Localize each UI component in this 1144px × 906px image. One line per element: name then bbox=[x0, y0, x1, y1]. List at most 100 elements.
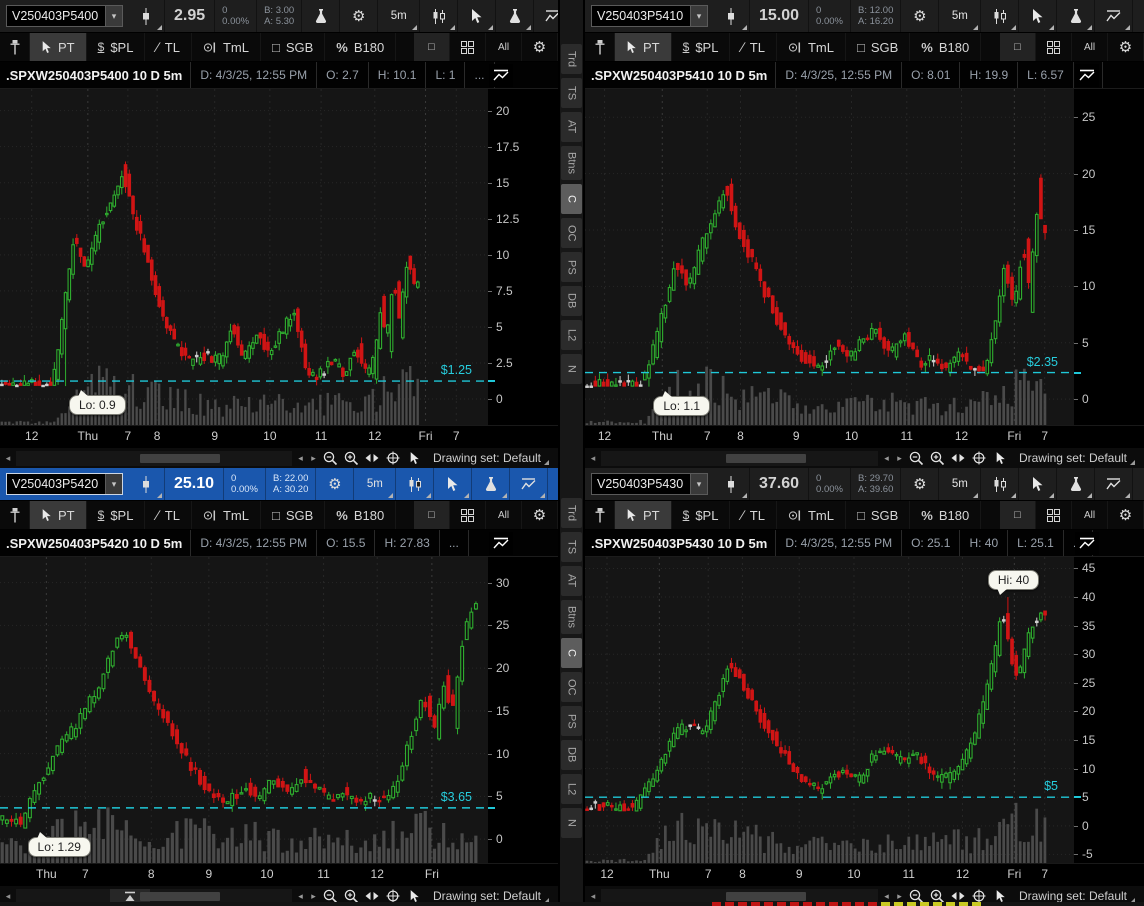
tool-tl-button[interactable]: ∕ TL bbox=[730, 501, 777, 529]
tool-spl-button[interactable]: $ $PL bbox=[87, 501, 146, 529]
chart-corner-button[interactable] bbox=[489, 64, 513, 87]
tool-sgb-button[interactable]: □ SGB bbox=[846, 501, 910, 529]
tool-pt-button[interactable]: PT bbox=[30, 501, 87, 529]
tool-b180-button[interactable]: % B180 bbox=[325, 33, 396, 61]
drawing-set-selector[interactable]: Drawing set: Default bbox=[433, 889, 549, 903]
side-tab-btns[interactable]: Btns bbox=[561, 600, 582, 634]
scroll-left-arrow[interactable]: ◂ bbox=[0, 891, 16, 902]
side-tab-l2[interactable]: L2 bbox=[561, 774, 582, 804]
x-axis[interactable]: 12Thu789101112Fri7 bbox=[585, 863, 1144, 885]
studies-flask-button[interactable] bbox=[496, 0, 534, 32]
candle-type-button[interactable] bbox=[396, 468, 434, 500]
scrollbar-thumb[interactable] bbox=[140, 454, 220, 463]
crosshair-button[interactable] bbox=[969, 451, 990, 465]
candle-type-button[interactable] bbox=[981, 468, 1019, 500]
candle-type-button[interactable] bbox=[981, 0, 1019, 32]
scroll-left-arrow[interactable]: ◂ bbox=[585, 453, 601, 464]
single-cell-button[interactable]: □ bbox=[1000, 501, 1036, 529]
pointer-mode-button[interactable] bbox=[404, 890, 425, 903]
grid-layout-button[interactable] bbox=[1036, 501, 1072, 529]
settings-gear-button[interactable]: ⚙ bbox=[901, 0, 939, 32]
pin-button[interactable] bbox=[0, 33, 30, 61]
tool-tml-button[interactable]: TmL bbox=[777, 501, 846, 529]
grid-layout-button[interactable] bbox=[450, 501, 486, 529]
pattern-chart-button[interactable] bbox=[534, 0, 558, 32]
tool-b180-button[interactable]: % B180 bbox=[325, 501, 396, 529]
settings-gear-button[interactable]: ⚙ bbox=[340, 0, 378, 32]
single-cell-button[interactable]: □ bbox=[414, 501, 450, 529]
interval-button[interactable]: 5m bbox=[378, 0, 420, 32]
h-expand-button[interactable] bbox=[362, 891, 383, 901]
chart-corner-button[interactable] bbox=[489, 532, 513, 555]
symbol-dropdown-button[interactable]: ▾ bbox=[690, 6, 707, 26]
tool-sgb-button[interactable]: □ SGB bbox=[846, 33, 910, 61]
all-button[interactable]: All bbox=[486, 33, 522, 61]
tool-tl-button[interactable]: ∕ TL bbox=[145, 33, 192, 61]
studies-flask-button[interactable] bbox=[1057, 0, 1095, 32]
zoom-in-button[interactable] bbox=[927, 451, 948, 466]
chart-corner-button[interactable] bbox=[1075, 64, 1099, 87]
tool-sgb-button[interactable]: □ SGB bbox=[261, 501, 325, 529]
chart-plot[interactable]: $2.35 Lo: 1.1 bbox=[585, 89, 1074, 425]
chart-style-button[interactable] bbox=[712, 0, 750, 32]
side-tab-ts[interactable]: TS bbox=[561, 532, 582, 562]
studies-flask-button[interactable] bbox=[472, 468, 510, 500]
x-axis[interactable]: 12Thu789101112Fri7 bbox=[0, 425, 558, 447]
pattern-chart-button[interactable] bbox=[510, 468, 548, 500]
drawing-set-selector[interactable]: Drawing set: Default bbox=[1019, 451, 1135, 465]
pattern-chart-button[interactable] bbox=[1095, 468, 1133, 500]
crosshair-button[interactable] bbox=[383, 889, 404, 903]
menu-button[interactable]: ≡ bbox=[548, 468, 558, 500]
pin-button[interactable] bbox=[0, 501, 30, 529]
pan-right-button[interactable]: ▸ bbox=[893, 453, 906, 464]
side-tab-oc[interactable]: OC bbox=[561, 672, 582, 702]
pan-right-button[interactable]: ▸ bbox=[893, 891, 906, 902]
scroll-left-arrow[interactable]: ◂ bbox=[585, 891, 601, 902]
tool-spl-button[interactable]: $ $PL bbox=[672, 33, 731, 61]
candle-type-button[interactable] bbox=[420, 0, 458, 32]
side-tab-trd[interactable]: Trd bbox=[561, 498, 582, 528]
chart-corner-button[interactable] bbox=[1075, 532, 1099, 555]
interval-button[interactable]: 5m bbox=[939, 468, 981, 500]
scrollbar-thumb[interactable] bbox=[140, 892, 220, 901]
scrollbar-thumb[interactable] bbox=[726, 454, 806, 463]
side-tab-db[interactable]: DB bbox=[561, 740, 582, 770]
side-tab-c[interactable]: C bbox=[561, 638, 582, 668]
tool-pt-button[interactable]: PT bbox=[30, 33, 87, 61]
settings-gear-button[interactable]: ⚙ bbox=[316, 468, 354, 500]
side-tab-n[interactable]: N bbox=[561, 808, 582, 838]
pan-left-button[interactable]: ◂ bbox=[880, 453, 893, 464]
crosshair-button[interactable] bbox=[969, 889, 990, 903]
symbol-input[interactable]: V250403P5410 ▾ bbox=[591, 5, 708, 27]
cursor-tool-button[interactable] bbox=[1019, 468, 1057, 500]
interval-button[interactable]: 5m bbox=[939, 0, 981, 32]
symbol-dropdown-button[interactable]: ▾ bbox=[105, 6, 122, 26]
pan-right-button[interactable]: ▸ bbox=[307, 891, 320, 902]
tools-gear-button[interactable]: ⚙ bbox=[1108, 501, 1144, 529]
chart-plot[interactable]: $3.65 Lo: 1.29 bbox=[0, 557, 488, 863]
studies-flask-button[interactable] bbox=[1057, 468, 1095, 500]
side-tab-at[interactable]: AT bbox=[561, 566, 582, 596]
single-cell-button[interactable]: □ bbox=[1000, 33, 1036, 61]
tool-pt-button[interactable]: PT bbox=[615, 501, 672, 529]
all-button[interactable]: All bbox=[1072, 33, 1108, 61]
zoom-out-button[interactable] bbox=[906, 451, 927, 466]
all-button[interactable]: All bbox=[1072, 501, 1108, 529]
single-cell-button[interactable]: □ bbox=[414, 33, 450, 61]
side-tab-n[interactable]: N bbox=[561, 354, 582, 384]
chart-scrollbar[interactable] bbox=[601, 451, 878, 466]
chart-scrollbar[interactable] bbox=[16, 451, 292, 466]
pointer-mode-button[interactable] bbox=[990, 452, 1011, 465]
tool-b180-button[interactable]: % B180 bbox=[910, 501, 981, 529]
chart-plot[interactable]: $5 Hi: 40 bbox=[585, 557, 1074, 863]
pointer-mode-button[interactable] bbox=[404, 452, 425, 465]
y-axis[interactable]: 454035302520151050-5 bbox=[1074, 557, 1144, 863]
x-axis[interactable]: 12Thu789101112Fri7 bbox=[585, 425, 1144, 447]
scroll-left-arrow[interactable]: ◂ bbox=[0, 453, 16, 464]
drawing-set-selector[interactable]: Drawing set: Default bbox=[433, 451, 549, 465]
h-expand-button[interactable] bbox=[362, 453, 383, 463]
pattern-chart-button[interactable] bbox=[1095, 0, 1133, 32]
chart-style-button[interactable] bbox=[127, 0, 165, 32]
side-tab-db[interactable]: DB bbox=[561, 286, 582, 316]
y-axis[interactable]: 2017.51512.5107.552.50 bbox=[488, 89, 558, 425]
